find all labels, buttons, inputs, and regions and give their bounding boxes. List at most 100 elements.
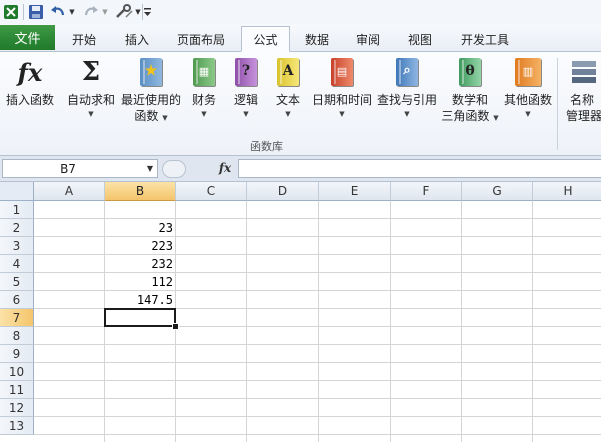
tab-page-layout[interactable]: 页面布局: [167, 27, 235, 51]
tab-review[interactable]: 审阅: [347, 27, 389, 51]
row-header-2[interactable]: 2: [0, 219, 34, 237]
text-button[interactable]: A 文本 ▼: [270, 56, 306, 120]
row-header-1[interactable]: 1: [0, 201, 34, 219]
text-label: 文本: [275, 93, 300, 107]
tab-insert[interactable]: 插入: [115, 27, 159, 51]
active-cell[interactable]: [104, 308, 176, 327]
undo-dropdown-icon[interactable]: ▼: [68, 3, 76, 21]
column-header-d[interactable]: D: [247, 182, 319, 201]
quick-access-toolbar: ▼ ▼ ▼: [0, 0, 601, 24]
ribbon-formulas: fx 插入函数 Σ 自动求和 ▼ ★ 最近使用的 函数 ▼ ▦ 财务 ▼ ? 逻…: [0, 52, 601, 156]
name-manager-button[interactable]: 名称 管理器: [562, 56, 601, 124]
group-divider: [557, 58, 558, 150]
more-functions-dropdown-icon: ▼: [525, 110, 531, 118]
logical-dropdown-icon: ▼: [243, 110, 249, 118]
financial-button[interactable]: ▦ 财务 ▼: [186, 56, 222, 120]
tools-icon[interactable]: [114, 3, 134, 21]
redo-icon[interactable]: [82, 3, 100, 21]
recently-used-button[interactable]: ★ 最近使用的 函数 ▼: [120, 56, 182, 124]
lookup-reference-label: 查找与引用: [376, 93, 437, 107]
column-header-g[interactable]: G: [462, 182, 533, 201]
redo-dropdown-icon[interactable]: ▼: [101, 3, 109, 21]
magnifier-book-icon: ⌕: [391, 56, 423, 88]
more-functions-label: 其他函数: [503, 93, 552, 107]
math-trig-label-2: 三角函数: [441, 109, 490, 123]
column-header-a[interactable]: A: [34, 182, 105, 201]
row-header-13[interactable]: 13: [0, 417, 34, 435]
recently-used-dropdown-icon: ▼: [162, 114, 168, 122]
cell-b4[interactable]: 232: [105, 255, 176, 273]
column-header-f[interactable]: F: [391, 182, 462, 201]
logical-label: 逻辑: [233, 93, 258, 107]
tab-data[interactable]: 数据: [296, 27, 338, 51]
insert-function-small-button[interactable]: fx: [215, 159, 235, 177]
excel-icon[interactable]: [3, 3, 19, 21]
insert-function-button[interactable]: fx 插入函数: [4, 56, 56, 108]
calendar-book-icon: ▤: [326, 56, 358, 88]
more-functions-books-icon: ▥: [512, 56, 544, 88]
row-header-6[interactable]: 6: [0, 291, 34, 309]
grid-row-line: [34, 416, 601, 417]
cell-b3[interactable]: 223: [105, 237, 176, 255]
tab-view[interactable]: 视图: [399, 27, 441, 51]
insert-function-label: 插入函数: [5, 93, 54, 107]
cell-b2[interactable]: 23: [105, 219, 176, 237]
logical-button[interactable]: ? 逻辑 ▼: [228, 56, 264, 120]
name-manager-label: 名称: [570, 93, 595, 107]
tab-home[interactable]: 开始: [62, 27, 106, 51]
tab-formulas[interactable]: 公式: [241, 26, 290, 52]
recently-used-label-2: 函数: [134, 109, 159, 123]
row-header-3[interactable]: 3: [0, 237, 34, 255]
column-header-c[interactable]: C: [176, 182, 247, 201]
customize-icon[interactable]: [143, 3, 153, 21]
date-time-button[interactable]: ▤ 日期和时间 ▼: [310, 56, 374, 120]
math-trig-button[interactable]: θ 数学和 三角函数 ▼: [440, 56, 500, 124]
spreadsheet-grid[interactable]: ABCDEFGH 1 2 3 4 5 6 7 8 9 10 11 12 13 23 223 232 112 14…: [0, 182, 601, 442]
undo-icon[interactable]: [49, 3, 67, 21]
more-functions-button[interactable]: ▥ 其他函数 ▼: [502, 56, 554, 120]
name-manager-icon: [568, 56, 600, 88]
sigma-icon: Σ: [81, 57, 101, 87]
logical-book-icon: ?: [230, 56, 262, 88]
autosum-dropdown-icon: ▼: [88, 110, 94, 118]
cell-b5[interactable]: 112: [105, 273, 176, 291]
row-header-8[interactable]: 8: [0, 327, 34, 345]
star-book-icon: ★: [135, 56, 167, 88]
row-header-11[interactable]: 11: [0, 381, 34, 399]
row-header-10[interactable]: 10: [0, 363, 34, 381]
grid-row-line: [34, 344, 601, 345]
fill-handle[interactable]: [172, 323, 179, 330]
row-header-5[interactable]: 5: [0, 273, 34, 291]
row-header-7[interactable]: 7: [0, 309, 34, 327]
date-time-label: 日期和时间: [311, 93, 372, 107]
lookup-reference-button[interactable]: ⌕ 查找与引用 ▼: [375, 56, 439, 120]
tools-dropdown-icon[interactable]: ▼: [134, 3, 142, 21]
save-icon[interactable]: [28, 3, 44, 21]
grid-row-line: [34, 434, 601, 435]
function-library-group-label: 函数库: [250, 140, 283, 153]
cell-b6[interactable]: 147.5: [105, 291, 176, 309]
grid-row-line: [34, 398, 601, 399]
select-all-corner[interactable]: [0, 182, 34, 201]
grid-column-line: [532, 201, 533, 442]
date-time-dropdown-icon: ▼: [339, 110, 345, 118]
column-header-h[interactable]: H: [533, 182, 601, 201]
autosum-button[interactable]: Σ 自动求和 ▼: [65, 56, 117, 120]
column-header-b[interactable]: B: [105, 182, 176, 201]
row-header-4[interactable]: 4: [0, 255, 34, 273]
row-header-9[interactable]: 9: [0, 345, 34, 363]
insert-function-icon: fx: [17, 57, 43, 87]
name-box-dropdown-icon[interactable]: ▼: [147, 164, 153, 173]
ribbon-tabs: 文件 开始 插入 页面布局 公式 数据 审阅 视图 开发工具: [0, 24, 601, 52]
grid-column-line: [390, 201, 391, 442]
name-box[interactable]: B7 ▼: [2, 159, 158, 178]
tab-file[interactable]: 文件: [0, 25, 55, 50]
formula-cancel-button[interactable]: [162, 160, 186, 178]
formula-input[interactable]: [238, 159, 601, 178]
tab-developer[interactable]: 开发工具: [450, 27, 520, 51]
financial-dropdown-icon: ▼: [201, 110, 207, 118]
row-header-12[interactable]: 12: [0, 399, 34, 417]
lookup-reference-dropdown-icon: ▼: [404, 110, 410, 118]
column-header-e[interactable]: E: [319, 182, 391, 201]
recently-used-label: 最近使用的: [120, 93, 181, 107]
